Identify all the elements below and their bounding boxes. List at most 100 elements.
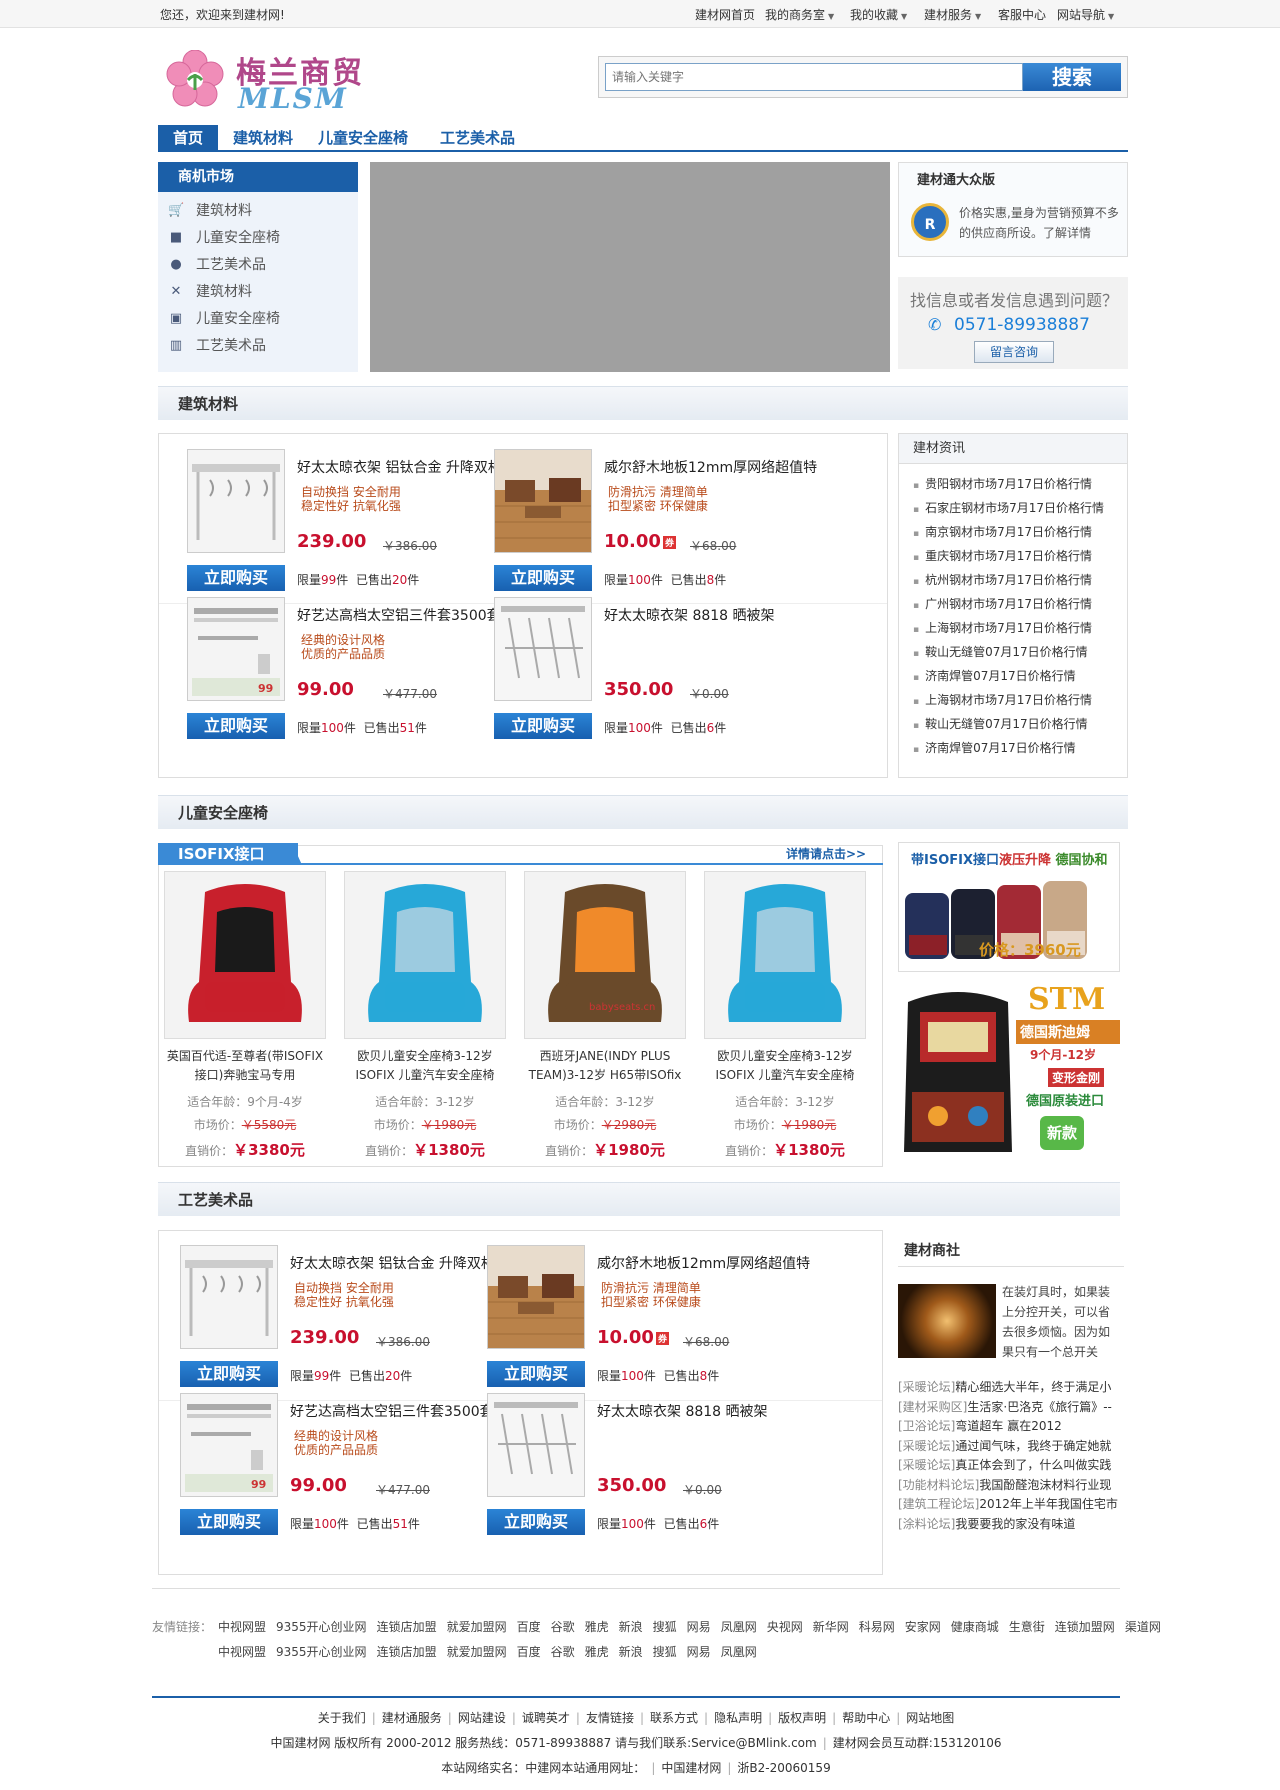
news-item[interactable]: 济南焊管07月17日价格行情 (913, 739, 1076, 756)
product-name[interactable]: 好太太晾衣架 8818 晒被架 (604, 605, 775, 625)
product-image[interactable] (487, 1245, 585, 1349)
footer-link[interactable]: 联系方式 (650, 1711, 698, 1725)
friend-link[interactable]: 凤凰网 (721, 1645, 757, 1659)
product-image[interactable] (494, 449, 592, 553)
friend-link[interactable]: 雅虎 (585, 1645, 609, 1659)
footer-link[interactable]: 关于我们 (318, 1711, 366, 1725)
seat-image[interactable] (164, 871, 326, 1039)
seat-name[interactable]: 欧贝儿童安全座椅3-12岁ISOFIX 儿童汽车安全座椅 (704, 1047, 866, 1085)
mall-news-item[interactable]: [采暖论坛]精心细选大半年，终于满足小 (898, 1378, 1111, 1395)
news-item[interactable]: 重庆钢材市场7月17日价格行情 (913, 547, 1092, 564)
news-item[interactable]: 上海钢材市场7月17日价格行情 (913, 619, 1092, 636)
market-item-building[interactable]: 🛒 建筑材料 (168, 200, 348, 222)
product-image[interactable]: 99 (180, 1393, 278, 1497)
nav-home[interactable]: 首页 (158, 125, 218, 152)
friend-link[interactable]: 连锁店加盟 (377, 1620, 437, 1634)
market-item-building-2[interactable]: ✕ 建筑材料 (168, 281, 348, 303)
friend-link[interactable]: 连锁店加盟 (377, 1645, 437, 1659)
seat-name[interactable]: 西班牙JANE(INDY PLUS TEAM)3-12岁 H65带ISOfix (524, 1047, 686, 1085)
product-name[interactable]: 威尔舒木地板12mm厚网络超值特 (597, 1253, 810, 1273)
news-item[interactable]: 杭州钢材市场7月17日价格行情 (913, 571, 1092, 588)
search-input[interactable] (605, 63, 1023, 91)
buy-now-button[interactable]: 立即购买 (180, 1361, 278, 1387)
friend-link[interactable]: 连锁加盟网 (1055, 1620, 1115, 1634)
friend-link[interactable]: 就爱加盟网 (447, 1645, 507, 1659)
friend-link[interactable]: 就爱加盟网 (447, 1620, 507, 1634)
buy-now-button[interactable]: 立即购买 (187, 565, 285, 591)
news-item[interactable]: 鞍山无缝管07月17日价格行情 (913, 643, 1088, 660)
banner-slideshow[interactable] (370, 162, 890, 372)
friend-link[interactable]: 9355开心创业网 (276, 1645, 367, 1659)
friend-link[interactable]: 搜狐 (653, 1620, 677, 1634)
detail-link[interactable]: 详情请点击>> (786, 845, 866, 862)
footer-link[interactable]: 网站地图 (906, 1711, 954, 1725)
footer-link[interactable]: 版权声明 (778, 1711, 826, 1725)
friend-link[interactable]: 央视网 (767, 1620, 803, 1634)
product-name[interactable]: 好艺达高档太空铝三件套3500套 (290, 1401, 494, 1421)
buy-now-button[interactable]: 立即购买 (487, 1509, 585, 1535)
mall-news-item[interactable]: [功能材料论坛]我国酚醛泡沫材料行业现 (898, 1476, 1111, 1493)
market-item-child-seat[interactable]: ■ 儿童安全座椅 (168, 227, 348, 249)
mall-news-item[interactable]: [采暖论坛]通过闻气味，我终于确定她就 (898, 1437, 1111, 1454)
seat-image[interactable]: babyseats.cn (524, 871, 686, 1039)
friend-link[interactable]: 新浪 (619, 1645, 643, 1659)
market-item-crafts[interactable]: ● 工艺美术品 (168, 254, 348, 276)
top-link-home[interactable]: 建材网首页 (695, 6, 755, 23)
seat-name[interactable]: 欧贝儿童安全座椅3-12岁ISOFIX 儿童汽车安全座椅 (344, 1047, 506, 1085)
friend-link[interactable]: 网易 (687, 1620, 711, 1634)
friend-link[interactable]: 生意街 (1009, 1620, 1045, 1634)
friend-link[interactable]: 谷歌 (551, 1645, 575, 1659)
top-link-sitemap[interactable]: 网站导航 ▼ (1057, 6, 1114, 23)
buy-now-button[interactable]: 立即购买 (187, 713, 285, 739)
seat-image[interactable] (704, 871, 866, 1039)
nav-child-seat[interactable]: 儿童安全座椅 (318, 125, 408, 152)
friend-link[interactable]: 网易 (687, 1645, 711, 1659)
product-name[interactable]: 好太太晾衣架 铝钛合金 升降双杆 (290, 1253, 495, 1273)
top-link-favorites[interactable]: 我的收藏 ▼ (850, 6, 907, 23)
footer-link[interactable]: 建材通服务 (382, 1711, 442, 1725)
product-name[interactable]: 好太太晾衣架 8818 晒被架 (597, 1401, 768, 1421)
friend-link[interactable]: 安家网 (905, 1620, 941, 1634)
news-item[interactable]: 上海钢材市场7月17日价格行情 (913, 691, 1092, 708)
lamp-image[interactable] (898, 1284, 996, 1358)
market-item-child-seat-2[interactable]: ▣ 儿童安全座椅 (168, 308, 348, 330)
buy-now-button[interactable]: 立即购买 (180, 1509, 278, 1535)
friend-link[interactable]: 9355开心创业网 (276, 1620, 367, 1634)
seat-image[interactable] (344, 871, 506, 1039)
footer-site-name[interactable]: 中国建材网 (661, 1761, 721, 1775)
buy-now-button[interactable]: 立即购买 (487, 1361, 585, 1387)
mall-text[interactable]: 在装灯具时，如果装上分控开关，可以省去很多烦恼。因为如果只有一个总开关 (1002, 1282, 1120, 1362)
seat-name[interactable]: 英国百代适-至尊者(带ISOFIX接口)奔驰宝马专用 (164, 1047, 326, 1085)
buy-now-button[interactable]: 立即购买 (494, 713, 592, 739)
nav-building[interactable]: 建筑材料 (233, 125, 293, 152)
top-link-services[interactable]: 建材服务 ▼ (924, 6, 981, 23)
news-item[interactable]: 南京钢材市场7月17日价格行情 (913, 523, 1092, 540)
ad-stm-seat[interactable]: STM 德国斯迪姆 9个月-12岁 变形金刚 德国原装进口 新款 (898, 982, 1120, 1160)
top-link-office[interactable]: 我的商务室 ▼ (765, 6, 834, 23)
friend-link[interactable]: 百度 (517, 1645, 541, 1659)
footer-link[interactable]: 网站建设 (458, 1711, 506, 1725)
mall-news-item[interactable]: [建筑工程论坛]2012年上半年我国住宅市 (898, 1495, 1118, 1512)
mall-news-item[interactable]: [卫浴论坛]弯道超车 赢在2012 (898, 1417, 1062, 1434)
news-item[interactable]: 贵阳钢材市场7月17日价格行情 (913, 475, 1092, 492)
mall-news-item[interactable]: [采暖论坛]真正体会到了，什么叫做实践 (898, 1456, 1111, 1473)
ad-isofix-seats[interactable]: 带ISOFIX接口液压升降 德国协和 价格：3960元 (898, 842, 1120, 972)
market-item-crafts-2[interactable]: ▥ 工艺美术品 (168, 335, 348, 357)
friend-link[interactable]: 谷歌 (551, 1620, 575, 1634)
footer-link[interactable]: 隐私声明 (714, 1711, 762, 1725)
friend-link[interactable]: 凤凰网 (721, 1620, 757, 1634)
product-image[interactable]: 99 (187, 597, 285, 701)
search-button[interactable]: 搜索 (1023, 63, 1121, 91)
friend-link[interactable]: 新浪 (619, 1620, 643, 1634)
friend-link[interactable]: 渠道网 (1125, 1620, 1161, 1634)
friend-link[interactable]: 雅虎 (585, 1620, 609, 1634)
top-link-support[interactable]: 客服中心 (998, 6, 1046, 23)
friend-link[interactable]: 中视网盟 (218, 1620, 266, 1634)
friend-link[interactable]: 中视网盟 (218, 1645, 266, 1659)
product-image[interactable] (187, 449, 285, 553)
news-item[interactable]: 石家庄钢材市场7月17日价格行情 (913, 499, 1104, 516)
buy-now-button[interactable]: 立即购买 (494, 565, 592, 591)
product-image[interactable] (180, 1245, 278, 1349)
mall-news-item[interactable]: [涂料论坛]我要要我的家没有味道 (898, 1515, 1075, 1532)
logo[interactable]: 梅兰商贸 MLSM (166, 46, 376, 115)
